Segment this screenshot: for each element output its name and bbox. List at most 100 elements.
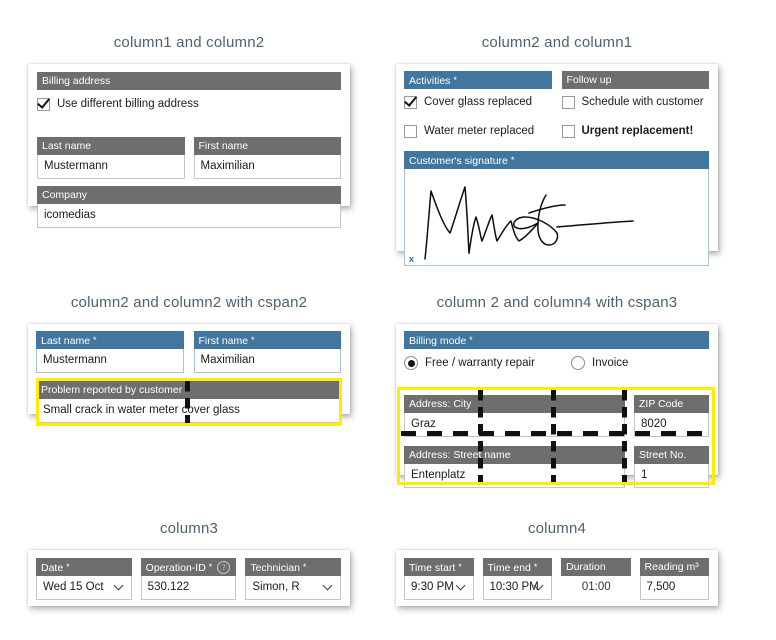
last-name-header: Last name *: [36, 331, 184, 349]
activities-header: Activities *: [404, 71, 552, 89]
operation-id-input[interactable]: 530.122: [140, 576, 237, 600]
field-address-street-name: Address: Street name Entenplatz: [404, 446, 625, 488]
zip-code-input[interactable]: 8020: [634, 413, 709, 437]
field-time-end: Time end * 10:30 PM: [482, 558, 552, 600]
field-technician: Technician * Simon, R: [245, 558, 342, 600]
problem-input[interactable]: Small crack in water meter cover glass: [36, 399, 341, 423]
field-address-city: Address: City Graz: [404, 395, 625, 437]
section-title: column3: [159, 520, 219, 537]
billing-mode-header: Billing mode *: [404, 331, 709, 349]
first-name-header: First name *: [193, 331, 341, 349]
company-header: Company: [37, 186, 341, 204]
section-column2-and-column1: column2 and column1 Activities * Cover g…: [396, 34, 718, 266]
last-name-input[interactable]: Mustermann: [36, 349, 184, 373]
urgent-replacement-label: Urgent replacement!: [581, 125, 694, 137]
address-street-name-header: Address: Street name: [404, 446, 625, 464]
check-icon[interactable]: [37, 97, 50, 111]
section-title: column 2 and column4 with cspan3: [436, 294, 678, 311]
section-title: column2 and column2 with cspan2: [70, 294, 308, 311]
panel-billing-address: Billing address Use different billing ad…: [28, 64, 350, 228]
checkbox-icon[interactable]: [404, 124, 417, 138]
checkbox-icon[interactable]: [561, 124, 575, 138]
first-name-input[interactable]: Maximilian: [193, 349, 341, 373]
company-input[interactable]: icomedias: [37, 204, 341, 228]
field-operation-id: Operation-ID *? 530.122: [140, 558, 237, 600]
field-reading: Reading m³ * 7,500: [639, 558, 709, 600]
billing-address-header: Billing address: [37, 72, 341, 90]
checkbox-row-use-different-billing-address[interactable]: Use different billing address: [37, 94, 341, 114]
technician-select[interactable]: Simon, R: [245, 576, 342, 600]
signature-canvas[interactable]: x: [404, 169, 709, 266]
time-end-header: Time end *: [482, 558, 552, 576]
address-street-name-input[interactable]: Entenplatz: [404, 464, 625, 488]
address-city-input[interactable]: Graz: [404, 413, 625, 437]
help-icon[interactable]: ?: [217, 561, 231, 574]
water-meter-replaced-label: Water meter replaced: [424, 125, 535, 137]
panel-time-reading: Time start * 9:30 PM Time end * 10:30 PM…: [396, 550, 718, 606]
chevron-down-icon[interactable]: [324, 582, 333, 588]
time-row: Time start * 9:30 PM Time end * 10:30 PM…: [404, 558, 709, 600]
panel-problem-report: Last name * Mustermann First name * Maxi…: [28, 324, 350, 423]
use-different-billing-address-label: Use different billing address: [57, 98, 199, 110]
checkbox-row-cover-glass-replaced[interactable]: Cover glass replaced: [404, 92, 552, 112]
reading-input[interactable]: 7,500: [639, 576, 709, 600]
time-end-select[interactable]: 10:30 PM: [482, 576, 552, 600]
operation-id-header: Operation-ID *?: [140, 558, 237, 576]
zip-code-header: ZIP Code: [634, 395, 709, 413]
duration-header: Duration: [561, 558, 631, 576]
cover-glass-replaced-label: Cover glass replaced: [424, 96, 533, 108]
chevron-down-icon[interactable]: [115, 582, 124, 588]
address-city-header: Address: City: [404, 395, 625, 413]
name-row: Last name Mustermann First name Maximili…: [37, 137, 341, 179]
panel-operation-info: Date * Wed 15 Oct Operation-ID *? 530.12…: [28, 550, 350, 606]
last-name-header: Last name: [37, 137, 185, 155]
address-row-1: Address: City Graz ZIP Code 8020: [404, 395, 709, 437]
field-customer-signature: Customer's signature * x: [404, 151, 709, 266]
duration-value: 01:00: [561, 576, 631, 599]
section-column3: column3 Date * Wed 15 Oct Operation-ID *…: [28, 520, 350, 606]
section-column2-and-column2-cspan2: column2 and column2 with cspan2 Last nam…: [28, 294, 350, 426]
reading-header: Reading m³ *: [639, 558, 709, 576]
field-date: Date * Wed 15 Oct: [36, 558, 132, 600]
radio-free-warranty-repair[interactable]: [404, 356, 418, 370]
group-follow-up: Follow up Schedule with customer Urgent …: [561, 71, 710, 141]
field-time-start: Time start * 9:30 PM: [404, 558, 474, 600]
radio-group-billing-mode: Free / warranty repair Invoice: [404, 353, 709, 373]
date-header: Date *: [36, 558, 132, 576]
field-street-no: Street No. 1: [634, 446, 709, 488]
last-name-input[interactable]: Mustermann: [37, 155, 185, 179]
field-company: Company icomedias: [37, 186, 341, 228]
checkbox-row-urgent-replacement[interactable]: Urgent replacement!: [561, 121, 710, 141]
activities-followup-row: Activities * Cover glass replaced Water …: [404, 71, 709, 141]
signature-clear-button[interactable]: x: [409, 254, 414, 264]
time-start-select[interactable]: 9:30 PM: [404, 576, 474, 600]
panel-activities: Activities * Cover glass replaced Water …: [396, 64, 718, 266]
checkbox-icon[interactable]: [561, 95, 575, 109]
field-problem-reported: Problem reported by customer Small crack…: [36, 381, 341, 423]
name-row: Last name * Mustermann First name * Maxi…: [36, 331, 341, 373]
chevron-down-icon[interactable]: [457, 582, 466, 588]
operation-row: Date * Wed 15 Oct Operation-ID *? 530.12…: [36, 558, 342, 600]
section-column1-and-column2: column1 and column2 Billing address Use …: [28, 34, 350, 228]
signature-header: Customer's signature *: [404, 151, 709, 169]
chevron-down-icon[interactable]: [535, 582, 544, 588]
time-start-header: Time start *: [404, 558, 474, 576]
field-duration: Duration 01:00: [561, 558, 631, 600]
radio-invoice[interactable]: [571, 356, 585, 370]
checkbox-row-schedule-with-customer[interactable]: Schedule with customer: [561, 92, 710, 112]
check-icon[interactable]: [404, 95, 417, 109]
field-first-name: First name * Maximilian: [193, 331, 341, 373]
address-row-2: Address: Street name Entenplatz Street N…: [404, 446, 709, 488]
checkbox-row-water-meter-replaced[interactable]: Water meter replaced: [404, 121, 552, 141]
group-billing-mode: Billing mode * Free / warranty repair In…: [404, 331, 709, 373]
schedule-with-customer-label: Schedule with customer: [581, 96, 704, 108]
section-title: column1 and column2: [113, 34, 265, 51]
problem-header: Problem reported by customer: [36, 381, 341, 399]
street-no-header: Street No.: [634, 446, 709, 464]
first-name-input[interactable]: Maximilian: [193, 155, 341, 179]
field-first-name: First name Maximilian: [193, 137, 341, 179]
field-zip-code: ZIP Code 8020: [634, 395, 709, 437]
date-select[interactable]: Wed 15 Oct: [36, 576, 132, 600]
first-name-header: First name: [193, 137, 341, 155]
street-no-input[interactable]: 1: [634, 464, 709, 488]
